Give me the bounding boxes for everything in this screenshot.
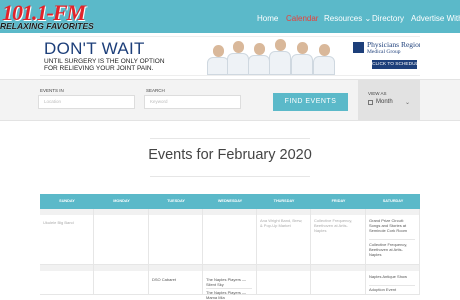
event-link[interactable]: Grand Prize Circuit: Songs and Stories a… bbox=[369, 218, 415, 233]
event-link[interactable]: The Naples Players — Mama Mia bbox=[206, 290, 252, 300]
events-in-label: Events In bbox=[40, 88, 64, 93]
calendar-icon bbox=[368, 100, 373, 105]
nav-resources[interactable]: Resources ⌄ bbox=[324, 13, 371, 25]
event-separator bbox=[206, 288, 252, 289]
search-label: Search bbox=[146, 88, 165, 93]
event-link[interactable]: Naples Antique Show bbox=[369, 274, 415, 279]
day-cell[interactable] bbox=[149, 209, 203, 265]
event-link[interactable]: Ana Wright Band, Brew, & Pop-Up Market bbox=[260, 218, 306, 228]
day-cell[interactable] bbox=[40, 265, 94, 295]
chevron-down-icon: ⌄ bbox=[405, 100, 411, 106]
day-cell[interactable] bbox=[311, 265, 366, 295]
day-cell[interactable]: Collective Frequency, Beethoven at Artis… bbox=[311, 209, 366, 265]
view-as-value: Month bbox=[376, 99, 393, 105]
day-cell[interactable]: DSO Cabaret bbox=[149, 265, 203, 295]
nav-home[interactable]: Home bbox=[257, 13, 278, 25]
sponsor-name: Physicians Regional bbox=[367, 40, 420, 49]
ad-cta-button[interactable]: CLICK TO SCHEDULE bbox=[372, 60, 420, 69]
day-cell[interactable] bbox=[257, 265, 311, 295]
month-calendar: SUNDAY MONDAY TUESDAY WEDNESDAY THURSDAY… bbox=[40, 194, 420, 300]
event-link[interactable]: Collective Frequency, Beethoven at Artis… bbox=[314, 218, 360, 233]
view-as-selector[interactable]: View As Month ⌄ bbox=[358, 80, 420, 120]
event-link[interactable]: The Naples Players — Silent Sky bbox=[206, 277, 252, 287]
event-separator bbox=[369, 285, 415, 286]
calendar-weekday-header: SUNDAY MONDAY TUESDAY WEDNESDAY THURSDAY… bbox=[40, 194, 420, 209]
weekday-saturday: SATURDAY bbox=[382, 199, 404, 203]
event-link[interactable]: DSO Cabaret bbox=[152, 277, 198, 282]
nav-calendar[interactable]: Calendar bbox=[286, 13, 318, 25]
weekday-friday: FRIDAY bbox=[331, 199, 346, 203]
divider bbox=[150, 176, 310, 177]
day-cell[interactable] bbox=[94, 209, 149, 265]
event-link[interactable]: Collective Frequency, Beethoven at Artis… bbox=[369, 242, 415, 257]
sponsor-emblem-icon bbox=[353, 42, 364, 53]
keyword-input[interactable]: Keyword bbox=[144, 95, 241, 109]
weekday-thursday: THURSDAY bbox=[273, 199, 295, 203]
divider bbox=[150, 138, 310, 139]
day-cell[interactable] bbox=[203, 209, 257, 265]
ad-banner[interactable]: DON'T WAIT UNTIL SURGERY IS THE ONLY OPT… bbox=[40, 36, 420, 76]
event-separator bbox=[369, 239, 415, 240]
weekday-sunday: SUNDAY bbox=[59, 199, 75, 203]
event-link[interactable]: Ukulele Big Band bbox=[43, 220, 89, 225]
ad-text-line2: FOR RELIEVING YOUR JOINT PAIN. bbox=[44, 65, 154, 72]
site-header: 101.1-FM RELAXING FAVORITES Home Calenda… bbox=[0, 0, 460, 33]
day-cell[interactable]: The Naples Players — Silent Sky The Napl… bbox=[203, 265, 257, 300]
event-link[interactable]: Adoption Event bbox=[369, 287, 415, 292]
ad-sponsor-logo: Physicians Regional Medical Group CLICK … bbox=[351, 39, 420, 73]
weekday-tuesday: TUESDAY bbox=[167, 199, 185, 203]
page-title: Events for February 2020 bbox=[148, 147, 312, 163]
day-cell[interactable]: Ana Wright Band, Brew, & Pop-Up Market bbox=[257, 209, 311, 265]
find-events-button[interactable]: FIND EVENTS bbox=[273, 93, 348, 111]
day-cell[interactable]: Ukulele Big Band bbox=[40, 209, 94, 265]
main-nav: Home Calendar Resources ⌄ Directory Adve… bbox=[0, 13, 460, 25]
nav-advertise[interactable]: Advertise With Us bbox=[411, 13, 460, 25]
day-cell[interactable]: Grand Prize Circuit: Songs and Stories a… bbox=[366, 209, 420, 265]
ad-text-line1: UNTIL SURGERY IS THE ONLY OPTION bbox=[44, 58, 165, 65]
location-input[interactable]: Location bbox=[38, 95, 135, 109]
weekday-monday: MONDAY bbox=[113, 199, 130, 203]
event-filter-bar: Events In Location Search Keyword FIND E… bbox=[0, 79, 460, 121]
doctors-photo bbox=[203, 37, 343, 75]
sponsor-subname: Medical Group bbox=[367, 49, 401, 55]
day-cell[interactable]: Naples Antique Show Adoption Event bbox=[366, 265, 420, 295]
view-as-label: View As bbox=[368, 91, 387, 96]
day-cell[interactable] bbox=[94, 265, 149, 295]
nav-directory[interactable]: Directory bbox=[372, 13, 404, 25]
weekday-wednesday: WEDNESDAY bbox=[217, 199, 243, 203]
ad-headline: DON'T WAIT bbox=[44, 39, 145, 58]
